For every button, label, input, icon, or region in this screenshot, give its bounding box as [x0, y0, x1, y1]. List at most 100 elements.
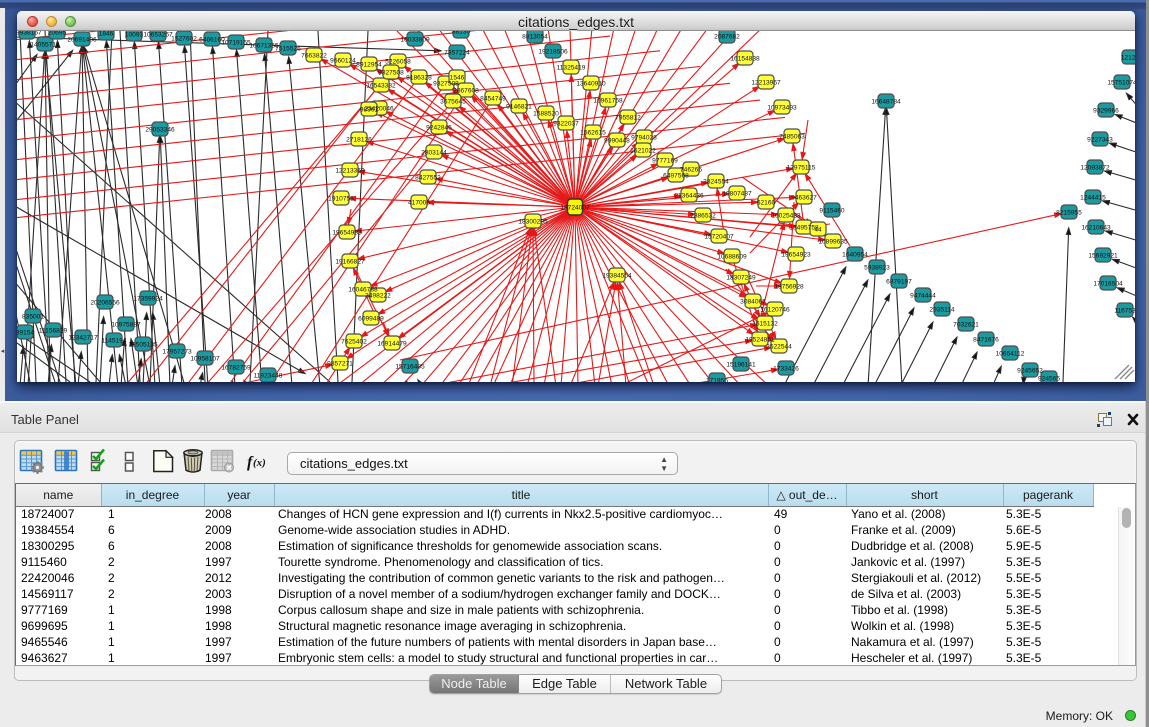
svg-text:8186328: 8186328	[406, 74, 432, 81]
svg-text:12123: 12123	[1121, 54, 1135, 61]
svg-text:16782759: 16782759	[221, 364, 251, 371]
svg-text:9857271: 9857271	[327, 360, 353, 367]
svg-text:10653267: 10653267	[143, 31, 173, 38]
svg-text:835001: 835001	[22, 313, 44, 320]
svg-text:17016504: 17016504	[1093, 280, 1123, 287]
svg-text:88130: 88130	[452, 31, 471, 35]
svg-text:6099489: 6099489	[358, 315, 384, 322]
svg-text:19938167: 19938167	[17, 31, 42, 36]
svg-text:8215955: 8215955	[1056, 209, 1082, 216]
svg-text:19654923: 19654923	[781, 251, 811, 258]
svg-text:15720407: 15720407	[704, 233, 734, 240]
svg-text:16120746: 16120746	[760, 306, 790, 313]
svg-text:9242845: 9242845	[426, 124, 452, 131]
svg-text:12213369: 12213369	[335, 167, 365, 174]
svg-text:9245652: 9245652	[1017, 367, 1043, 374]
svg-text:18307249: 18307249	[726, 274, 756, 281]
svg-text:16154838: 16154838	[730, 55, 760, 62]
svg-text:3498222: 3498222	[365, 292, 391, 299]
svg-text:7357224: 7357224	[444, 49, 470, 56]
svg-text:1244415: 1244415	[1080, 194, 1106, 201]
svg-text:62160: 62160	[757, 199, 776, 206]
svg-text:17957273: 17957273	[162, 348, 192, 355]
svg-text:19384554: 19384554	[602, 272, 632, 279]
svg-text:10093: 10093	[125, 31, 144, 38]
svg-text:(x): (x)	[253, 457, 266, 469]
svg-text:9327508: 9327508	[433, 80, 459, 87]
svg-text:7625402: 7625402	[341, 338, 367, 345]
svg-text:1546: 1546	[450, 74, 465, 81]
svg-text:18524851: 18524851	[745, 336, 775, 343]
svg-text:20691406: 20691406	[67, 36, 97, 43]
svg-text:171956: 171956	[706, 377, 728, 382]
svg-text:3084067: 3084067	[740, 298, 766, 305]
svg-text:8912954: 8912954	[356, 61, 382, 68]
svg-text:10961758: 10961758	[593, 97, 623, 104]
svg-text:7955812: 7955812	[615, 114, 641, 121]
svg-text:9227343: 9227343	[1087, 136, 1113, 143]
svg-text:3675645: 3675645	[440, 98, 466, 105]
svg-text:9474444: 9474444	[910, 292, 936, 299]
svg-text:44: 44	[814, 226, 822, 233]
svg-text:1562615: 1562615	[580, 129, 606, 136]
svg-text:8813054: 8813054	[522, 33, 548, 40]
svg-text:12093872: 12093872	[1080, 164, 1110, 171]
svg-text:5226058: 5226058	[385, 58, 411, 65]
svg-text:10807487: 10807487	[722, 190, 752, 197]
svg-text:15716485: 15716485	[395, 363, 425, 370]
svg-text:9777169: 9777169	[652, 157, 678, 164]
svg-text:16210643: 16210643	[1081, 224, 1111, 231]
svg-text:12505135: 12505135	[128, 341, 158, 348]
svg-text:19654983: 19654983	[332, 229, 362, 236]
svg-text:10975887: 10975887	[111, 321, 141, 328]
svg-text:746266: 746266	[680, 166, 702, 173]
svg-text:1527602: 1527602	[171, 35, 197, 42]
svg-text:20695: 20695	[48, 31, 67, 36]
svg-text:6879197: 6879197	[886, 278, 912, 285]
svg-text:10025433: 10025433	[771, 212, 801, 219]
svg-text:15692921: 15692921	[1088, 252, 1118, 259]
svg-text:11325419: 11325419	[557, 64, 586, 71]
svg-text:7386532: 7386532	[690, 212, 716, 219]
svg-text:11923448: 11923448	[254, 372, 283, 379]
svg-text:13640910: 13640910	[576, 80, 606, 87]
svg-text:7663822: 7663822	[301, 52, 327, 59]
svg-text:98961: 98961	[360, 106, 379, 113]
svg-text:9827508: 9827508	[378, 69, 404, 76]
svg-text:3824554: 3824554	[703, 178, 729, 185]
svg-text:21364436: 21364436	[674, 192, 704, 199]
svg-text:12342717: 12342717	[68, 334, 98, 341]
svg-text:6497568: 6497568	[663, 172, 689, 179]
svg-text:8454749: 8454749	[480, 95, 506, 102]
svg-text:18724007: 18724007	[560, 204, 590, 211]
svg-text:5938923: 5938923	[864, 264, 890, 271]
svg-text:14055714: 14055714	[30, 41, 60, 48]
svg-text:1615132: 1615132	[752, 320, 778, 327]
svg-text:9146821: 9146821	[506, 103, 532, 110]
svg-text:15196141: 15196141	[726, 361, 756, 368]
svg-text:1846: 1846	[99, 31, 114, 37]
svg-text:10654112: 10654112	[996, 350, 1025, 357]
svg-text:10688609: 10688609	[717, 253, 747, 260]
svg-text:924565: 924565	[1038, 375, 1060, 382]
svg-text:11156829: 11156829	[39, 327, 68, 334]
svg-text:12975115: 12975115	[787, 164, 816, 171]
svg-text:2087682: 2087682	[714, 33, 740, 40]
svg-text:19756928: 19756928	[774, 283, 804, 290]
svg-text:20206556: 20206556	[90, 299, 120, 306]
svg-text:7032621: 7032621	[953, 321, 979, 328]
svg-text:10958107: 10958107	[190, 355, 220, 362]
svg-text:1640954: 1640954	[842, 251, 868, 258]
svg-text:9329966: 9329966	[1093, 107, 1119, 114]
svg-text:1910755: 1910755	[328, 195, 354, 202]
svg-text:1621022: 1621022	[630, 147, 656, 154]
svg-text:2803144: 2803144	[421, 149, 447, 156]
svg-text:1733426: 1733426	[773, 365, 799, 372]
svg-text:9322037: 9322037	[553, 120, 579, 127]
svg-text:9794028: 9794028	[631, 134, 657, 141]
svg-text:9115460: 9115460	[819, 207, 845, 214]
svg-text:8471676: 8471676	[973, 336, 999, 343]
svg-text:39154: 39154	[17, 329, 34, 336]
svg-text:18300295: 18300295	[518, 218, 548, 225]
svg-text:2935114: 2935114	[929, 306, 955, 313]
